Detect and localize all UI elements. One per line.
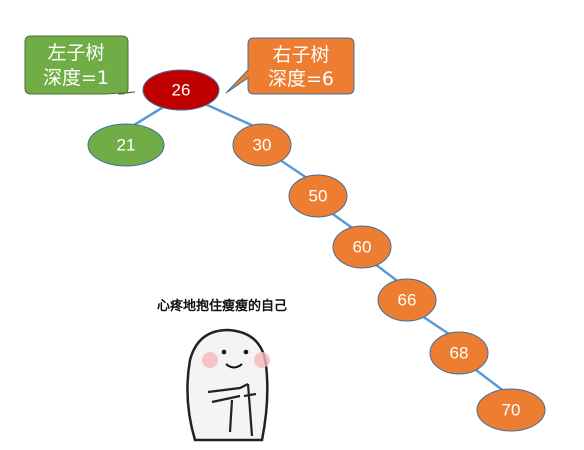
node-26: 26 — [142, 69, 220, 111]
svg-text:70: 70 — [502, 401, 521, 420]
avl-tree-diagram: 左子树 深度=1 右子树 深度=6 26 21 30 50 60 66 68 7… — [24, 35, 546, 445]
svg-text:30: 30 — [253, 136, 272, 155]
svg-text:60: 60 — [353, 238, 372, 257]
node-66: 66 — [377, 278, 437, 322]
svg-text:66: 66 — [398, 291, 417, 310]
svg-text:50: 50 — [309, 187, 328, 206]
left-depth-callout: 左子树 深度=1 — [24, 35, 136, 95]
svg-text:21: 21 — [117, 136, 136, 155]
node-68: 68 — [429, 331, 489, 375]
node-60: 60 — [332, 225, 392, 269]
right-callout-line1: 右子树 — [272, 44, 329, 66]
edge-68-70 — [475, 369, 506, 393]
edge-26-30 — [204, 102, 259, 130]
edge-66-68 — [421, 314, 453, 338]
node-70: 70 — [476, 388, 546, 432]
left-callout-line2: 深度=1 — [43, 67, 109, 89]
node-50: 50 — [288, 174, 348, 218]
right-depth-callout: 右子树 深度=6 — [225, 37, 355, 95]
right-callout-line2: 深度=6 — [268, 68, 334, 90]
svg-text:26: 26 — [172, 81, 191, 100]
meme-image: 心疼地抱住瘦瘦的自己 — [137, 295, 307, 445]
node-30: 30 — [232, 123, 292, 167]
meme-caption: 心疼地抱住瘦瘦的自己 — [157, 298, 287, 314]
node-21: 21 — [87, 123, 165, 167]
left-callout-line1: 左子树 — [47, 42, 104, 64]
svg-text:68: 68 — [450, 344, 469, 363]
ghost-figure — [186, 328, 269, 442]
